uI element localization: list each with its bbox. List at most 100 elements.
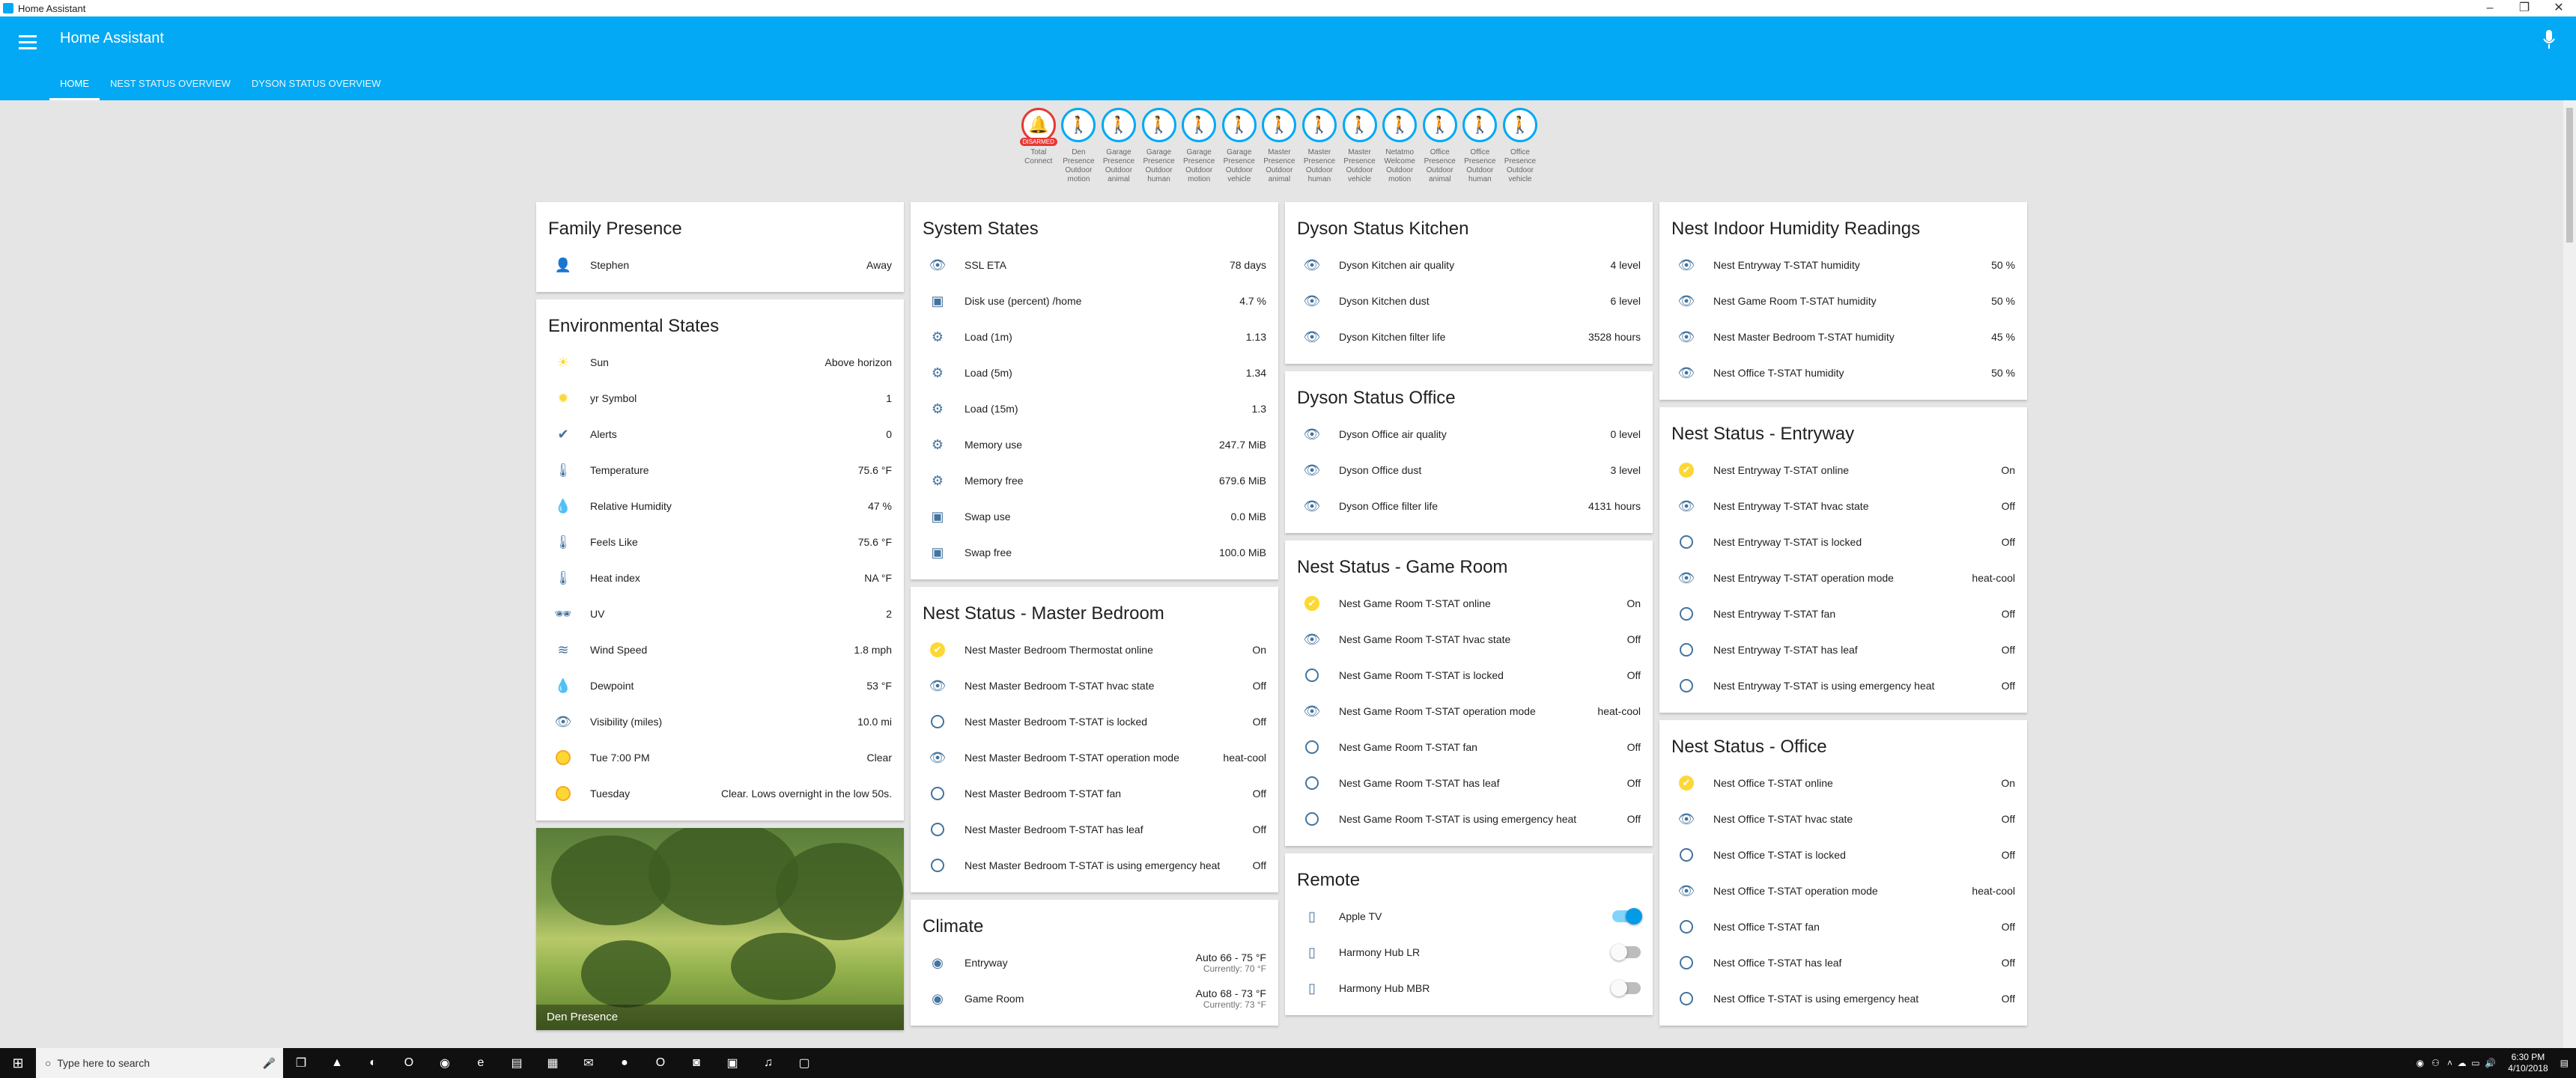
entity-row[interactable]: Nest Master Bedroom T-STAT fan Off bbox=[911, 776, 1278, 811]
entity-row[interactable]: ✔ Nest Office T-STAT online On bbox=[1659, 765, 2027, 801]
volume-icon[interactable]: 🔊 bbox=[2485, 1058, 2496, 1068]
badge-item[interactable]: 🔔 DISARMED Total Connect bbox=[1018, 108, 1059, 184]
entity-row[interactable]: 👁 Nest Master Bedroom T-STAT operation mo… bbox=[911, 740, 1278, 776]
badge-item[interactable]: 🚶 Garage Presence Outdoor motion bbox=[1179, 108, 1219, 184]
entity-row[interactable]: ✔ Nest Master Bedroom Thermostat online On bbox=[911, 632, 1278, 668]
entity-row[interactable]: Nest Entryway T-STAT fan Off bbox=[1659, 596, 2027, 632]
toggle-switch[interactable] bbox=[1612, 908, 1642, 925]
badge-item[interactable]: 🚶 Office Presence Outdoor human bbox=[1460, 108, 1501, 184]
entity-row[interactable]: ✔ Nest Game Room T-STAT online On bbox=[1285, 585, 1653, 621]
vlc-icon[interactable]: ▲ bbox=[319, 1048, 355, 1078]
toggle-switch[interactable] bbox=[1611, 944, 1641, 960]
taskbar-clock[interactable]: 6:30 PM 4/10/2018 bbox=[2508, 1052, 2548, 1074]
entity-row[interactable]: ⚙ Load (5m) 1.34 bbox=[911, 355, 1278, 391]
people-icon[interactable]: ⚇ bbox=[2431, 1058, 2440, 1068]
entity-row[interactable]: 👁 Visibility (miles) 10.0 mi bbox=[536, 704, 904, 740]
entity-row[interactable]: 👁 Dyson Kitchen dust 6 level bbox=[1285, 283, 1653, 319]
entity-row[interactable]: ⚙ Load (1m) 1.13 bbox=[911, 319, 1278, 355]
entity-row[interactable]: 👁 Nest Office T-STAT hvac state Off bbox=[1659, 801, 2027, 837]
entity-row[interactable]: 👁 Nest Game Room T-STAT operation mode hea… bbox=[1285, 693, 1653, 729]
network-icon[interactable]: ▭ bbox=[2471, 1058, 2479, 1068]
entity-row[interactable]: ✔ Nest Entryway T-STAT online On bbox=[1659, 452, 2027, 488]
entity-row[interactable]: Nest Master Bedroom T-STAT is using emer… bbox=[911, 847, 1278, 883]
scrollbar[interactable] bbox=[2563, 100, 2576, 1048]
badge-item[interactable]: 🚶 Master Presence Outdoor human bbox=[1299, 108, 1340, 184]
close-button[interactable]: ✕ bbox=[2542, 0, 2576, 16]
badge-item[interactable]: 🚶 Garage Presence Outdoor animal bbox=[1099, 108, 1139, 184]
entity-row[interactable]: 👁 Nest Game Room T-STAT humidity 50 % bbox=[1659, 283, 2027, 319]
entity-row[interactable]: Nest Office T-STAT is using emergency he… bbox=[1659, 981, 2027, 1017]
entity-row[interactable]: ⚙ Memory use 247.7 MiB bbox=[911, 427, 1278, 463]
entity-row[interactable]: Nest Entryway T-STAT is locked Off bbox=[1659, 524, 2027, 560]
start-button[interactable]: ⊞ bbox=[0, 1048, 36, 1078]
entity-row[interactable]: 👁 Nest Master Bedroom T-STAT hvac state Of… bbox=[911, 668, 1278, 704]
entity-row[interactable]: ✹ yr Symbol 1 bbox=[536, 380, 904, 416]
entity-row[interactable]: 🌡 Feels Like 75.6 °F bbox=[536, 524, 904, 560]
microphone-icon[interactable]: 🎤 bbox=[263, 1057, 276, 1070]
entity-row[interactable]: ⚙ Load (15m) 1.3 bbox=[911, 391, 1278, 427]
badge-item[interactable]: 🚶 Garage Presence Outdoor human bbox=[1139, 108, 1179, 184]
entity-row[interactable]: 👁 Nest Entryway T-STAT hvac state Off bbox=[1659, 488, 2027, 524]
edge-icon[interactable]: e bbox=[463, 1048, 499, 1078]
chevron-up-icon[interactable]: ˄ bbox=[2447, 1058, 2452, 1068]
entity-row[interactable]: Nest Office T-STAT is locked Off bbox=[1659, 837, 2027, 873]
entity-row[interactable]: ▯ Harmony Hub LR bbox=[1285, 934, 1653, 970]
entity-row[interactable]: Nest Entryway T-STAT is using emergency … bbox=[1659, 668, 2027, 704]
notifications-icon[interactable]: ▤ bbox=[2560, 1058, 2569, 1068]
entity-row[interactable]: ◉ Entryway Auto 66 - 75 °F Currently: 70 °F bbox=[911, 945, 1278, 981]
taskbar-search[interactable]: ○ Type here to search 🎤 bbox=[36, 1048, 283, 1078]
badge-item[interactable]: 🚶 Office Presence Outdoor vehicle bbox=[1500, 108, 1540, 184]
app-icon[interactable]: ◙ bbox=[678, 1048, 714, 1078]
file-explorer-icon[interactable]: ▤ bbox=[499, 1048, 535, 1078]
entity-row[interactable]: 💧 Dewpoint 53 °F bbox=[536, 668, 904, 704]
badge-item[interactable]: 🚶 Netatmo Welcome Outdoor motion bbox=[1379, 108, 1420, 184]
entity-row[interactable]: ▯ Apple TV bbox=[1285, 898, 1653, 934]
entity-row[interactable]: 👁 Dyson Office filter life 4131 hours bbox=[1285, 488, 1653, 524]
entity-row[interactable]: 🌡 Temperature 75.6 °F bbox=[536, 452, 904, 488]
app-icon[interactable]: ◐ bbox=[355, 1048, 391, 1078]
badge-item[interactable]: 🚶 Den Presence Outdoor motion bbox=[1059, 108, 1099, 184]
entity-row[interactable]: ▯ Harmony Hub MBR bbox=[1285, 970, 1653, 1006]
entity-row[interactable]: 🌡 Heat index NA °F bbox=[536, 560, 904, 596]
minimize-button[interactable]: – bbox=[2473, 0, 2507, 16]
badge-item[interactable]: 🚶 Office Presence Outdoor animal bbox=[1420, 108, 1460, 184]
entity-row[interactable]: 👁 Nest Game Room T-STAT hvac state Off bbox=[1285, 621, 1653, 657]
entity-row[interactable]: Tuesday Clear. Lows overnight in the low … bbox=[536, 776, 904, 811]
entity-row[interactable]: Nest Game Room T-STAT is using emergency… bbox=[1285, 801, 1653, 837]
entity-row[interactable]: 🕶 UV 2 bbox=[536, 596, 904, 632]
microphone-icon[interactable] bbox=[2543, 30, 2555, 49]
entity-row[interactable]: ▣ Swap use 0.0 MiB bbox=[911, 499, 1278, 535]
app-icon[interactable]: ● bbox=[607, 1048, 643, 1078]
opera-icon[interactable]: O bbox=[391, 1048, 427, 1078]
entity-row[interactable]: 👁 Dyson Kitchen filter life 3528 hours bbox=[1285, 319, 1653, 355]
entity-row[interactable]: 👤 Stephen Away bbox=[536, 247, 904, 283]
badge-item[interactable]: 🚶 Master Presence Outdoor animal bbox=[1260, 108, 1300, 184]
entity-row[interactable]: 👁 Dyson Kitchen air quality 4 level bbox=[1285, 247, 1653, 283]
badge-item[interactable]: 🚶 Master Presence Outdoor vehicle bbox=[1340, 108, 1380, 184]
entity-row[interactable]: ▣ Swap free 100.0 MiB bbox=[911, 535, 1278, 570]
entity-row[interactable]: 👁 Nest Entryway T-STAT humidity 50 % bbox=[1659, 247, 2027, 283]
entity-row[interactable]: Tue 7:00 PM Clear bbox=[536, 740, 904, 776]
entity-row[interactable]: 👁 Dyson Office dust 3 level bbox=[1285, 452, 1653, 488]
entity-row[interactable]: 💧 Relative Humidity 47 % bbox=[536, 488, 904, 524]
entity-row[interactable]: 👁 Dyson Office air quality 0 level bbox=[1285, 416, 1653, 452]
mail-icon[interactable]: ✉ bbox=[571, 1048, 607, 1078]
entity-row[interactable]: Nest Master Bedroom T-STAT is locked Off bbox=[911, 704, 1278, 740]
tab-nest-status-overview[interactable]: NEST STATUS OVERVIEW bbox=[100, 72, 241, 100]
entity-row[interactable]: ⚙ Memory free 679.6 MiB bbox=[911, 463, 1278, 499]
entity-row[interactable]: Nest Game Room T-STAT is locked Off bbox=[1285, 657, 1653, 693]
app-icon[interactable]: ▣ bbox=[714, 1048, 750, 1078]
entity-row[interactable]: ◉ Game Room Auto 68 - 73 °F Currently: 73 °… bbox=[911, 981, 1278, 1017]
tab-dyson-status-overview[interactable]: DYSON STATUS OVERVIEW bbox=[241, 72, 392, 100]
entity-row[interactable]: Nest Master Bedroom T-STAT has leaf Off bbox=[911, 811, 1278, 847]
store-icon[interactable]: ▦ bbox=[535, 1048, 571, 1078]
entity-row[interactable]: ▣ Disk use (percent) /home 4.7 % bbox=[911, 283, 1278, 319]
spotify-icon[interactable]: ♫ bbox=[750, 1048, 786, 1078]
tab-home[interactable]: HOME bbox=[49, 72, 100, 100]
entity-row[interactable]: 👁 Nest Entryway T-STAT operation mode heat… bbox=[1659, 560, 2027, 596]
entity-row[interactable]: 👁 Nest Office T-STAT humidity 50 % bbox=[1659, 355, 2027, 391]
entity-row[interactable]: Nest Entryway T-STAT has leaf Off bbox=[1659, 632, 2027, 668]
outlook-icon[interactable]: O bbox=[643, 1048, 678, 1078]
chrome-icon[interactable]: ◉ bbox=[427, 1048, 463, 1078]
entity-row[interactable]: ✔ Alerts 0 bbox=[536, 416, 904, 452]
